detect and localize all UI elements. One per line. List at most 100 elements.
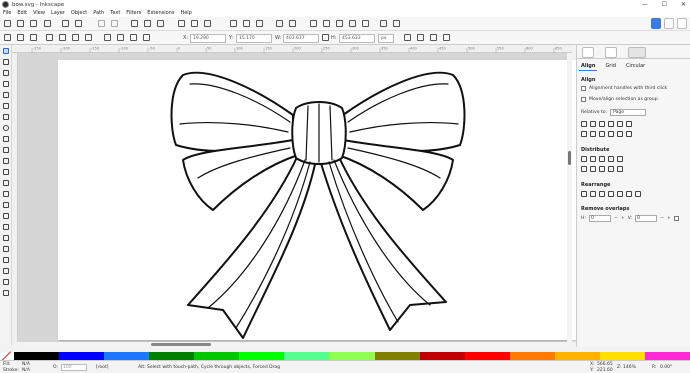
exchange-clockwise-icon[interactable] [608, 191, 614, 197]
open-file-icon[interactable] [17, 20, 24, 27]
distribute-right-icon[interactable] [599, 156, 605, 162]
flip-horizontal-icon[interactable] [72, 34, 79, 41]
calligraphy-tool-icon[interactable] [3, 180, 9, 186]
zoom-field[interactable]: 146% [623, 365, 636, 370]
align-centers-horizontal-icon[interactable] [590, 131, 596, 137]
preferences-icon[interactable] [380, 20, 387, 27]
align-bottom-edges-icon[interactable] [599, 131, 605, 137]
palette-swatch[interactable] [59, 352, 105, 360]
xml-editor-icon[interactable] [349, 20, 356, 27]
layers-icon[interactable] [336, 20, 343, 27]
rectangle-tool-icon[interactable] [3, 103, 9, 109]
vertical-scrollbar[interactable] [567, 53, 572, 342]
palette-swatch[interactable] [14, 352, 60, 360]
fill-value[interactable]: N/A [22, 362, 30, 367]
pencil-tool-icon[interactable] [3, 158, 9, 164]
raise-icon[interactable] [117, 34, 124, 41]
no-color-swatch-icon[interactable] [0, 352, 14, 360]
move-gradients-icon[interactable] [430, 34, 437, 41]
relative-to-select[interactable]: Page [610, 109, 647, 116]
pages-tool-icon[interactable] [3, 290, 9, 296]
dock-tab-fill-stroke-icon[interactable] [582, 47, 594, 58]
spiral-tool-icon[interactable] [3, 147, 9, 153]
palette-swatch[interactable] [464, 352, 510, 360]
rotate-cw-icon[interactable] [59, 34, 66, 41]
overlap-h-plus-icon[interactable]: + [621, 216, 625, 221]
redo-icon[interactable] [111, 20, 118, 27]
exchange-positions-icon[interactable] [590, 191, 596, 197]
distribute-top-icon[interactable] [581, 166, 587, 172]
select-all-layers-icon[interactable] [17, 34, 24, 41]
palette-swatch[interactable] [329, 352, 375, 360]
ungroup-icon[interactable] [289, 20, 296, 27]
connector-tool-icon[interactable] [3, 268, 9, 274]
flip-vertical-icon[interactable] [85, 34, 92, 41]
paste-icon[interactable] [157, 20, 164, 27]
duplicate-icon[interactable] [230, 20, 237, 27]
dock-tab-align-icon[interactable] [628, 47, 646, 58]
horizontal-scroll-thumb[interactable] [151, 343, 211, 346]
unclump-icon[interactable] [626, 191, 632, 197]
palette-swatch[interactable] [419, 352, 465, 360]
spray-tool-icon[interactable] [3, 202, 9, 208]
print-icon[interactable] [44, 20, 51, 27]
undo-icon[interactable] [98, 20, 105, 27]
stroke-value[interactable]: N/A [22, 368, 30, 373]
palette-swatch[interactable] [194, 352, 240, 360]
paint-bucket-tool-icon[interactable] [3, 224, 9, 230]
palette-swatch[interactable] [374, 352, 420, 360]
tab-align[interactable]: Align [579, 62, 598, 71]
width-field[interactable]: 403.677 [283, 34, 319, 43]
distribute-center-h-icon[interactable] [590, 156, 596, 162]
overlap-h-minus-icon[interactable]: − [614, 216, 618, 221]
lock-ratio-icon[interactable] [322, 34, 329, 41]
align-right-anchor-icon[interactable] [617, 121, 623, 127]
gradient-tool-icon[interactable] [3, 235, 9, 241]
menu-edit[interactable]: Edit [17, 10, 27, 16]
randomize-positions-icon[interactable] [617, 191, 623, 197]
palette-swatch[interactable] [554, 352, 600, 360]
zoom-page-icon[interactable] [204, 20, 211, 27]
menu-view[interactable]: View [33, 10, 45, 16]
menu-text[interactable]: Text [110, 10, 120, 16]
save-icon[interactable] [30, 20, 37, 27]
mesh-tool-icon[interactable] [3, 246, 9, 252]
scale-stroke-icon[interactable] [404, 34, 411, 41]
distribute-baseline-h-icon[interactable] [617, 156, 623, 162]
align-top-edges-icon[interactable] [581, 131, 587, 137]
snap-options-icon[interactable] [664, 18, 674, 29]
lower-icon[interactable] [130, 34, 137, 41]
overlap-v-plus-icon[interactable]: + [667, 216, 671, 221]
align-left-edges-icon[interactable] [581, 121, 587, 127]
align-right-edges-icon[interactable] [599, 121, 605, 127]
distribute-bottom-icon[interactable] [599, 166, 605, 172]
box3d-tool-icon[interactable] [3, 114, 9, 120]
move-patterns-icon[interactable] [443, 34, 450, 41]
menu-extensions[interactable]: Extensions [147, 10, 174, 16]
align-top-anchor-icon[interactable] [608, 131, 614, 137]
star-tool-icon[interactable] [3, 136, 9, 142]
align-handles-checkbox[interactable] [581, 86, 586, 91]
dropper-tool-icon[interactable] [3, 257, 9, 263]
distribute-center-v-icon[interactable] [590, 166, 596, 172]
group-icon[interactable] [276, 20, 283, 27]
dock-tab-edit-icon[interactable] [605, 47, 617, 58]
distribute-gaps-v-icon[interactable] [608, 166, 614, 172]
lpe-tool-icon[interactable] [3, 279, 9, 285]
align-baseline-vertical-icon[interactable] [626, 131, 632, 137]
y-field[interactable]: 15.170 [236, 34, 272, 43]
palette-swatch[interactable] [599, 352, 645, 360]
move-as-group-checkbox[interactable] [581, 97, 586, 102]
tab-circular[interactable]: Circular [624, 62, 647, 70]
graph-layout-icon[interactable] [581, 191, 587, 197]
close-button[interactable]: ✕ [681, 1, 686, 8]
x-field[interactable]: 19.290 [190, 34, 226, 43]
text-font-icon[interactable] [323, 20, 330, 27]
overlap-v-field[interactable]: 0 [635, 215, 658, 222]
new-document-icon[interactable] [4, 20, 11, 27]
canvas[interactable] [18, 53, 581, 342]
export-icon[interactable] [75, 20, 82, 27]
bow-drawing[interactable] [58, 60, 581, 340]
align-distribute-icon[interactable] [362, 20, 369, 27]
rotate-ccw-icon[interactable] [46, 34, 53, 41]
